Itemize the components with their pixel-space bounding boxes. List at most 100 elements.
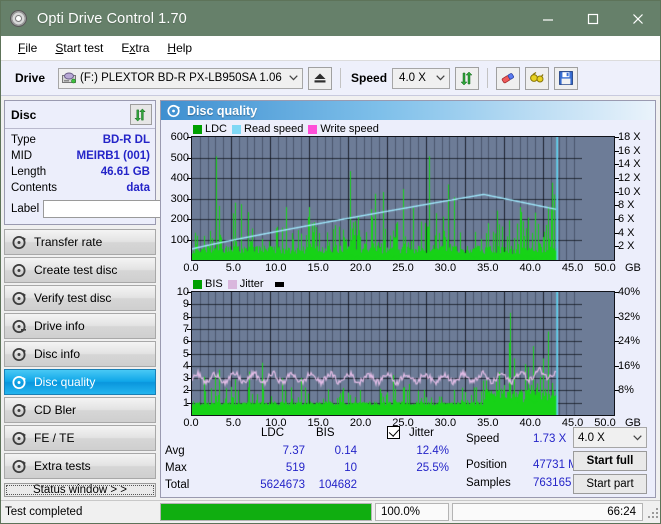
menu-bar: File Start test Extra Help xyxy=(1,36,660,61)
axis-tick-label: 40.0 xyxy=(519,262,541,274)
refresh-button[interactable] xyxy=(455,66,480,90)
save-button[interactable] xyxy=(554,66,579,90)
axis-tick-label: 8% xyxy=(618,384,634,397)
disc-info-icon xyxy=(12,319,27,334)
sidebar-item-label: Create test disc xyxy=(34,263,118,277)
test-speed-select[interactable]: 4.0 X xyxy=(573,427,647,448)
axis-tick xyxy=(615,246,619,248)
disc-label-key: Label xyxy=(11,202,40,215)
elapsed-time-text: 66:24 xyxy=(607,506,636,518)
disc-info-icon xyxy=(12,347,27,362)
resize-grip-icon[interactable] xyxy=(646,506,658,518)
menu-help-rest: elp xyxy=(176,41,193,55)
sidebar-item-create-test-disc[interactable]: Create test disc xyxy=(4,257,156,283)
minimize-button[interactable] xyxy=(525,1,570,36)
axis-tick xyxy=(615,219,619,220)
legend-label: Read speed xyxy=(244,123,304,135)
disc-row-key: Contents xyxy=(11,182,58,194)
chevron-down-icon[interactable] xyxy=(432,75,449,81)
stats-max-bis: 10 xyxy=(344,462,357,474)
sidebar-item-transfer-rate[interactable]: Transfer rate xyxy=(4,229,156,255)
drive-device-icon xyxy=(62,72,77,85)
drive-select[interactable]: (F:) PLEXTOR BD-R PX-LB950SA 1.06 xyxy=(58,67,304,89)
axis-tick-label: 16% xyxy=(618,359,641,372)
start-part-button[interactable]: Start part xyxy=(573,474,647,494)
disc-row-value: 46.61 GB xyxy=(100,166,150,178)
main-body: Disc Type BD-R DL MID MEIRB1 (001) Lengt… xyxy=(1,96,660,500)
bis-y-axis-right: 8% 16% 24% 32% 40% xyxy=(615,286,655,416)
sidebar-item-disc-quality[interactable]: Disc quality xyxy=(4,369,156,395)
app-window: Opti Drive Control 1.70 File Start test … xyxy=(0,0,661,524)
menu-file[interactable]: File xyxy=(9,38,46,58)
axis-tick xyxy=(615,137,619,138)
axis-tick-label: 18 X xyxy=(618,131,641,143)
menu-start-test-rest: tart test xyxy=(63,41,104,55)
progress-bar-fill xyxy=(161,504,371,520)
axis-tick-label: 4 X xyxy=(618,226,635,239)
tools-button[interactable] xyxy=(525,66,550,90)
erase-button[interactable] xyxy=(496,66,521,90)
chevron-down-icon[interactable] xyxy=(285,75,302,81)
eject-button[interactable] xyxy=(308,66,333,90)
axis-tick xyxy=(615,191,619,193)
status-message: Test completed xyxy=(5,506,83,518)
axis-tick-label: 25.0 xyxy=(392,262,414,274)
legend-swatch xyxy=(308,124,318,134)
disc-test-icon xyxy=(12,459,27,474)
sidebar-item-disc-info[interactable]: Disc info xyxy=(4,341,156,367)
axis-tick-label: 32% xyxy=(618,310,641,323)
menu-extra[interactable]: Extra xyxy=(112,38,158,58)
elapsed-time: 66:24 xyxy=(452,503,643,521)
legend-label: Write speed xyxy=(320,123,379,135)
sidebar-item-extra-tests[interactable]: Extra tests xyxy=(4,453,156,479)
sidebar-item-fe-te[interactable]: FE / TE xyxy=(4,425,156,451)
stats-samples-value: 763165 xyxy=(533,477,572,489)
legend-swatch xyxy=(193,279,202,289)
ldc-plot xyxy=(191,136,615,261)
disc-refresh-button[interactable] xyxy=(130,104,152,125)
jitter-checkbox[interactable] xyxy=(387,426,400,439)
sidebar-item-label: Disc quality xyxy=(34,375,96,389)
menu-start-test[interactable]: Start test xyxy=(46,38,112,58)
sidebar-item-label: Transfer rate xyxy=(34,235,103,249)
chevron-down-icon[interactable] xyxy=(629,434,646,441)
stats-max-jitter: 25.5% xyxy=(416,462,449,474)
axis-tick xyxy=(615,292,619,293)
status-window-button[interactable]: Status window > > xyxy=(4,483,156,497)
legend-label: LDC xyxy=(205,123,228,135)
sidebar-item-verify-test-disc[interactable]: Verify test disc xyxy=(4,285,156,311)
speed-label: Speed xyxy=(351,71,388,85)
disc-row-contents: Contents data xyxy=(11,180,150,196)
bis-y-axis-left: 1 2 3 4 5 6 7 8 9 10 xyxy=(161,286,191,416)
maximize-button[interactable] xyxy=(570,1,615,36)
speed-select[interactable]: 4.0 X xyxy=(392,67,451,89)
sidebar-item-cd-bler[interactable]: CD Bler xyxy=(4,397,156,423)
disc-test-icon xyxy=(12,291,27,306)
title-bar: Opti Drive Control 1.70 xyxy=(1,1,660,36)
sidebar-item-drive-info[interactable]: Drive info xyxy=(4,313,156,339)
disc-quality-icon xyxy=(167,104,181,118)
ldc-y-axis-left: 100 200 300 400 500 600 xyxy=(161,131,191,261)
stats-total-ldc: 5624673 xyxy=(260,479,305,491)
axis-tick-label: 10.0 xyxy=(265,262,287,274)
drive-toolbar: Drive (F:) PLEXTOR BD-R PX-LB950SA 1.06 xyxy=(1,61,660,96)
stats-total-bis: 104682 xyxy=(318,479,357,491)
legend-swatch xyxy=(232,124,242,134)
sidebar-item-label: Extra tests xyxy=(34,459,91,473)
window-title: Opti Drive Control 1.70 xyxy=(37,10,187,27)
menu-file-rest: ile xyxy=(25,41,38,55)
disc-row-key: Type xyxy=(11,134,36,146)
axis-tick xyxy=(615,316,619,318)
stats-avg-ldc: 7.37 xyxy=(282,445,305,457)
legend-item-jitter: Jitter xyxy=(227,278,264,290)
start-full-button[interactable]: Start full xyxy=(573,451,647,471)
axis-tick xyxy=(615,341,619,343)
disc-row-value: data xyxy=(126,182,150,194)
close-button[interactable] xyxy=(615,1,660,36)
drive-select-value: (F:) PLEXTOR BD-R PX-LB950SA 1.06 xyxy=(80,72,282,84)
stats-area: LDC BIS Jitter Avg 7.37 0.14 12.4% Max 5… xyxy=(161,425,655,497)
menu-help[interactable]: Help xyxy=(158,38,201,58)
sidebar-item-label: FE / TE xyxy=(34,431,75,445)
content-panel: Disc quality LDC Read speed Write speed … xyxy=(160,100,656,498)
sidebar: Disc Type BD-R DL MID MEIRB1 (001) Lengt… xyxy=(1,96,215,500)
